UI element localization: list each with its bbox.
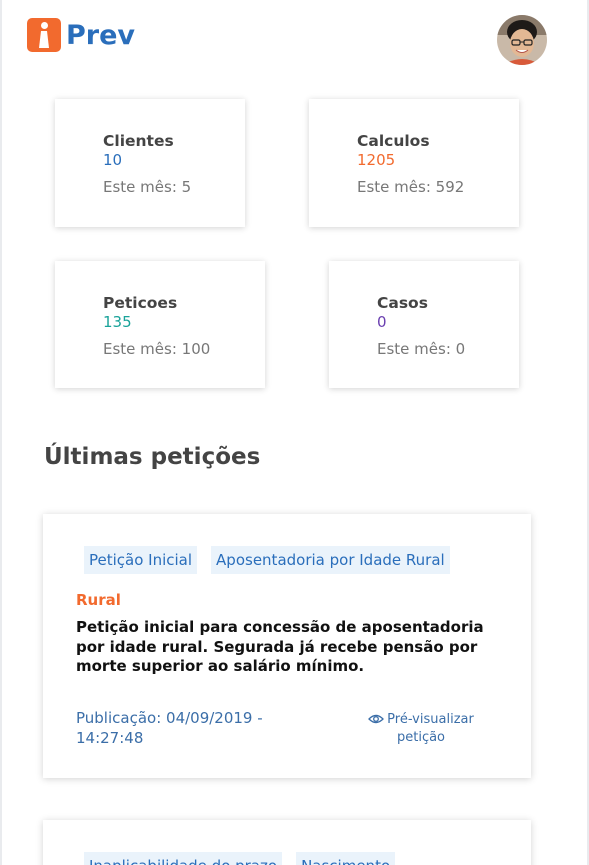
logo[interactable]: Prev [27,18,135,52]
stat-title: Peticoes [103,294,178,312]
petition-description[interactable]: Petição inicial para concessão de aposen… [76,618,496,677]
stat-value: 1205 [357,151,396,169]
tag[interactable]: Inaplicabilidade do prazo [84,852,283,865]
stat-card-clientes[interactable]: Clientes 10 Este mês: 5 [55,99,245,227]
petition-tags: Petição Inicial Aposentadoria por Idade … [84,546,450,574]
stat-card-casos[interactable]: Casos 0 Este mês: 0 [329,261,519,388]
stat-value: 135 [103,313,132,331]
stat-card-calculos[interactable]: Calculos 1205 Este mês: 592 [309,99,519,227]
preview-label: Pré-visualizar petição [387,712,474,745]
stat-card-peticoes[interactable]: Peticoes 135 Este mês: 100 [55,261,265,388]
logo-icon [27,18,61,52]
petition-card[interactable]: Inaplicabilidade do prazo Nascimento [43,820,531,865]
petition-category: Rural [76,591,121,609]
stat-subtitle: Este mês: 100 [103,340,211,358]
header: Prev [2,0,587,80]
stat-subtitle: Este mês: 5 [103,178,192,196]
stat-value: 0 [377,313,387,331]
stat-subtitle: Este mês: 0 [377,340,466,358]
avatar[interactable] [497,15,547,65]
eye-icon [368,713,385,730]
stat-title: Calculos [357,132,430,150]
petition-card[interactable]: Petição Inicial Aposentadoria por Idade … [43,514,531,778]
tag[interactable]: Petição Inicial [84,546,198,574]
petition-date: Publicação: 04/09/2019 - 14:27:48 [76,709,263,747]
tag[interactable]: Nascimento [296,852,396,865]
stat-subtitle: Este mês: 592 [357,178,465,196]
section-title: Últimas petições [44,444,261,470]
petition-tags: Inaplicabilidade do prazo Nascimento [84,852,396,865]
dashboard-page: Prev Clientes 10 Este mês: 5 Calculos 12… [2,0,587,865]
stat-title: Clientes [103,132,174,150]
preview-petition-link[interactable]: Pré-visualizar petição [365,712,477,746]
tag[interactable]: Aposentadoria por Idade Rural [211,546,450,574]
stat-title: Casos [377,294,428,312]
logo-text: Prev [66,19,136,51]
stat-value: 10 [103,151,123,169]
